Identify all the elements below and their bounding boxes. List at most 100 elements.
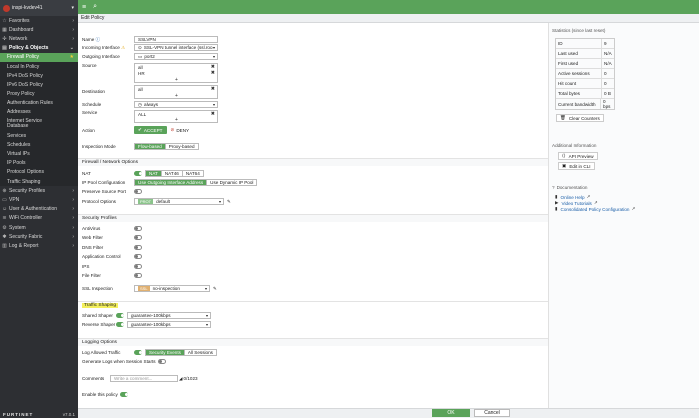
- menu-icon[interactable]: ≡: [82, 4, 86, 11]
- sidebar-item-ipv6-dos-policy[interactable]: IPv6 DoS Policy: [0, 80, 78, 90]
- sidebar-item-virtual-ips[interactable]: Virtual IPs: [0, 149, 78, 159]
- network-icon: ✣: [2, 35, 7, 42]
- sidebar-item-proxy-policy[interactable]: Proxy Policy: [0, 89, 78, 99]
- sidebar-item-security-fabric[interactable]: ✱ Security Fabric ›: [0, 232, 78, 241]
- add-icon[interactable]: +: [175, 93, 178, 99]
- webfilter-toggle[interactable]: [134, 235, 142, 240]
- security-events-option[interactable]: Security Events: [146, 350, 185, 355]
- ok-button[interactable]: OK: [432, 409, 470, 417]
- shared-shaper-toggle[interactable]: [116, 313, 124, 318]
- nat-option[interactable]: NAT: [146, 171, 162, 176]
- remove-icon[interactable]: ✖: [211, 70, 215, 76]
- clear-counters-button[interactable]: 🗑 Clear Counters: [556, 114, 604, 122]
- sidebar-item-firewall-policy[interactable]: Firewall Policy ★: [0, 52, 78, 62]
- remove-icon[interactable]: ✖: [211, 111, 215, 117]
- inspection-mode-toggle[interactable]: Flow-based Proxy-based: [134, 143, 199, 150]
- sidebar-item-user-authentication[interactable]: ☺ User & Authentication ›: [0, 205, 78, 214]
- sidebar-item-internet-service-database[interactable]: Internet Service Database: [0, 117, 78, 132]
- inspection-label: Inspection Mode: [82, 144, 116, 149]
- shared-shaper-select[interactable]: guarantee-100kbps ▾: [127, 312, 211, 319]
- resize-icon[interactable]: ◢: [179, 376, 183, 382]
- proxy-based-option[interactable]: Proxy-based: [165, 144, 198, 149]
- ssl-tag: SSL: [138, 286, 150, 291]
- ippool-toggle[interactable]: Use Outgoing Interface Address Use Dynam…: [134, 179, 258, 186]
- sidebar-item-traffic-shaping[interactable]: Traffic Shaping: [0, 177, 78, 187]
- sidebar-item-vpn[interactable]: ▭ VPN ›: [0, 195, 78, 204]
- webfilter-label: Web Filter: [82, 235, 103, 240]
- sidebar-item-network[interactable]: ✣ Network ›: [0, 34, 78, 43]
- webfilter-row: Web Filter: [82, 235, 142, 240]
- sidebar-item-dashboard[interactable]: ▦ Dashboard ›: [0, 25, 78, 34]
- antivirus-label: AntiVirus: [82, 226, 101, 231]
- comments-count: 0/1023: [183, 376, 198, 381]
- log-mode-toggle[interactable]: Security Events All Sessions: [145, 349, 217, 356]
- gen-logs-toggle[interactable]: [157, 359, 166, 364]
- appcontrol-row: Application Control: [82, 254, 142, 259]
- appcontrol-toggle[interactable]: [134, 254, 142, 259]
- sidebar-item-authentication-rules[interactable]: Authentication Rules: [0, 98, 78, 108]
- edit-in-cli-button[interactable]: ▣ Edit in CLI: [558, 162, 595, 170]
- dnsfilter-toggle[interactable]: [134, 245, 142, 250]
- source-box[interactable]: all ✖ HR ✖ +: [134, 63, 218, 83]
- name-input[interactable]: SSLVPN: [134, 36, 218, 43]
- consolidated-policy-link[interactable]: ▮ Consolidated Policy Configuration ↗: [555, 206, 635, 212]
- fabric-icon: ✱: [2, 233, 7, 240]
- destination-box[interactable]: all ✖ +: [134, 85, 218, 99]
- outgoing-interface-select[interactable]: ▭ port2 ▾: [134, 53, 218, 60]
- nat46-option[interactable]: NAT46: [161, 171, 183, 176]
- dynamic-ip-pool-option[interactable]: Use Dynamic IP Pool: [207, 180, 257, 185]
- edit-icon[interactable]: ✎: [213, 286, 217, 292]
- schedule-select[interactable]: ◷ always ▾: [134, 101, 218, 108]
- sidebar-item-wifi-controller[interactable]: ≋ WiFi Controller ›: [0, 214, 78, 223]
- nat64-option[interactable]: NAT64: [182, 171, 203, 176]
- caret-down-icon: ▾: [205, 313, 208, 318]
- star-icon[interactable]: ★: [70, 54, 74, 60]
- nat-toggle[interactable]: [134, 171, 142, 176]
- sidebar-item-ip-pools[interactable]: IP Pools: [0, 158, 78, 168]
- reverse-shaper-select[interactable]: guarantee-100kbps ▾: [127, 321, 211, 328]
- add-icon[interactable]: +: [175, 117, 178, 123]
- reverse-shaper-toggle[interactable]: [116, 322, 124, 327]
- log-allowed-toggle[interactable]: [134, 350, 142, 355]
- sidebar-item-schedules[interactable]: Schedules: [0, 140, 78, 150]
- comments-input[interactable]: Write a comment...: [110, 375, 178, 382]
- incoming-interface-select[interactable]: ⊙ SSL-VPN tunnel interface (ssl.roo ▾: [134, 44, 218, 51]
- info-icon: ⓘ: [95, 36, 101, 42]
- preserve-source-port-toggle[interactable]: [134, 189, 142, 194]
- sidebar-item-log-report[interactable]: ▥ Log & Report ›: [0, 241, 78, 250]
- sidebar-item-system[interactable]: ⚙ System ›: [0, 223, 78, 232]
- sidebar-item-policy-objects[interactable]: ▤ Policy & Objects ⌄: [0, 44, 78, 53]
- filefilter-toggle[interactable]: [134, 273, 142, 278]
- ips-toggle[interactable]: [134, 264, 142, 269]
- vpn-icon: ▭: [2, 196, 7, 203]
- protocol-options-select[interactable]: PROT default ▾: [134, 198, 224, 205]
- gen-logs-label: Generate Logs when Session Starts: [82, 359, 156, 364]
- enable-toggle[interactable]: [119, 392, 128, 397]
- service-box[interactable]: ALL ✖ +: [134, 110, 218, 123]
- cancel-button[interactable]: Cancel: [474, 409, 510, 417]
- sidebar-item-ipv4-dos-policy[interactable]: IPv4 DoS Policy: [0, 71, 78, 81]
- antivirus-toggle[interactable]: [134, 226, 142, 231]
- caret-down-icon: ▾: [212, 54, 215, 59]
- chevron-right-icon: ›: [72, 233, 74, 240]
- sidebar-item-local-in-policy[interactable]: Local In Policy: [0, 61, 78, 72]
- flow-based-option[interactable]: Flow-based: [135, 144, 166, 149]
- add-icon[interactable]: +: [175, 77, 178, 83]
- api-preview-button[interactable]: ⟨⟩ API Preview: [558, 152, 598, 160]
- remove-icon[interactable]: ✖: [211, 86, 215, 92]
- accept-button[interactable]: ✔ ACCEPT: [134, 126, 167, 134]
- sidebar-item-favorites[interactable]: ☆ Favorites ›: [0, 16, 78, 25]
- sidebar-item-services[interactable]: Services: [0, 131, 78, 141]
- sidebar-item-security-profiles[interactable]: ⊕ Security Profiles ›: [0, 186, 78, 195]
- sidebar-item-protocol-options[interactable]: Protocol Options: [0, 167, 78, 177]
- outgoing-address-option[interactable]: Use Outgoing Interface Address: [135, 180, 208, 185]
- all-sessions-option[interactable]: All Sessions: [184, 350, 216, 355]
- deny-button[interactable]: ⊘ DENY: [166, 126, 194, 134]
- sidebar-item-addresses[interactable]: Addresses: [0, 107, 78, 118]
- device-header[interactable]: inspi-kvdev41 ▾: [0, 0, 78, 16]
- brand-logo: FURTINET: [3, 411, 34, 417]
- edit-icon[interactable]: ✎: [227, 199, 231, 205]
- search-icon[interactable]: ⌕: [93, 3, 97, 11]
- nat-mode-toggle[interactable]: NAT NAT46 NAT64: [145, 170, 204, 177]
- ssl-inspection-select[interactable]: SSL no-inspection ▾: [134, 285, 210, 292]
